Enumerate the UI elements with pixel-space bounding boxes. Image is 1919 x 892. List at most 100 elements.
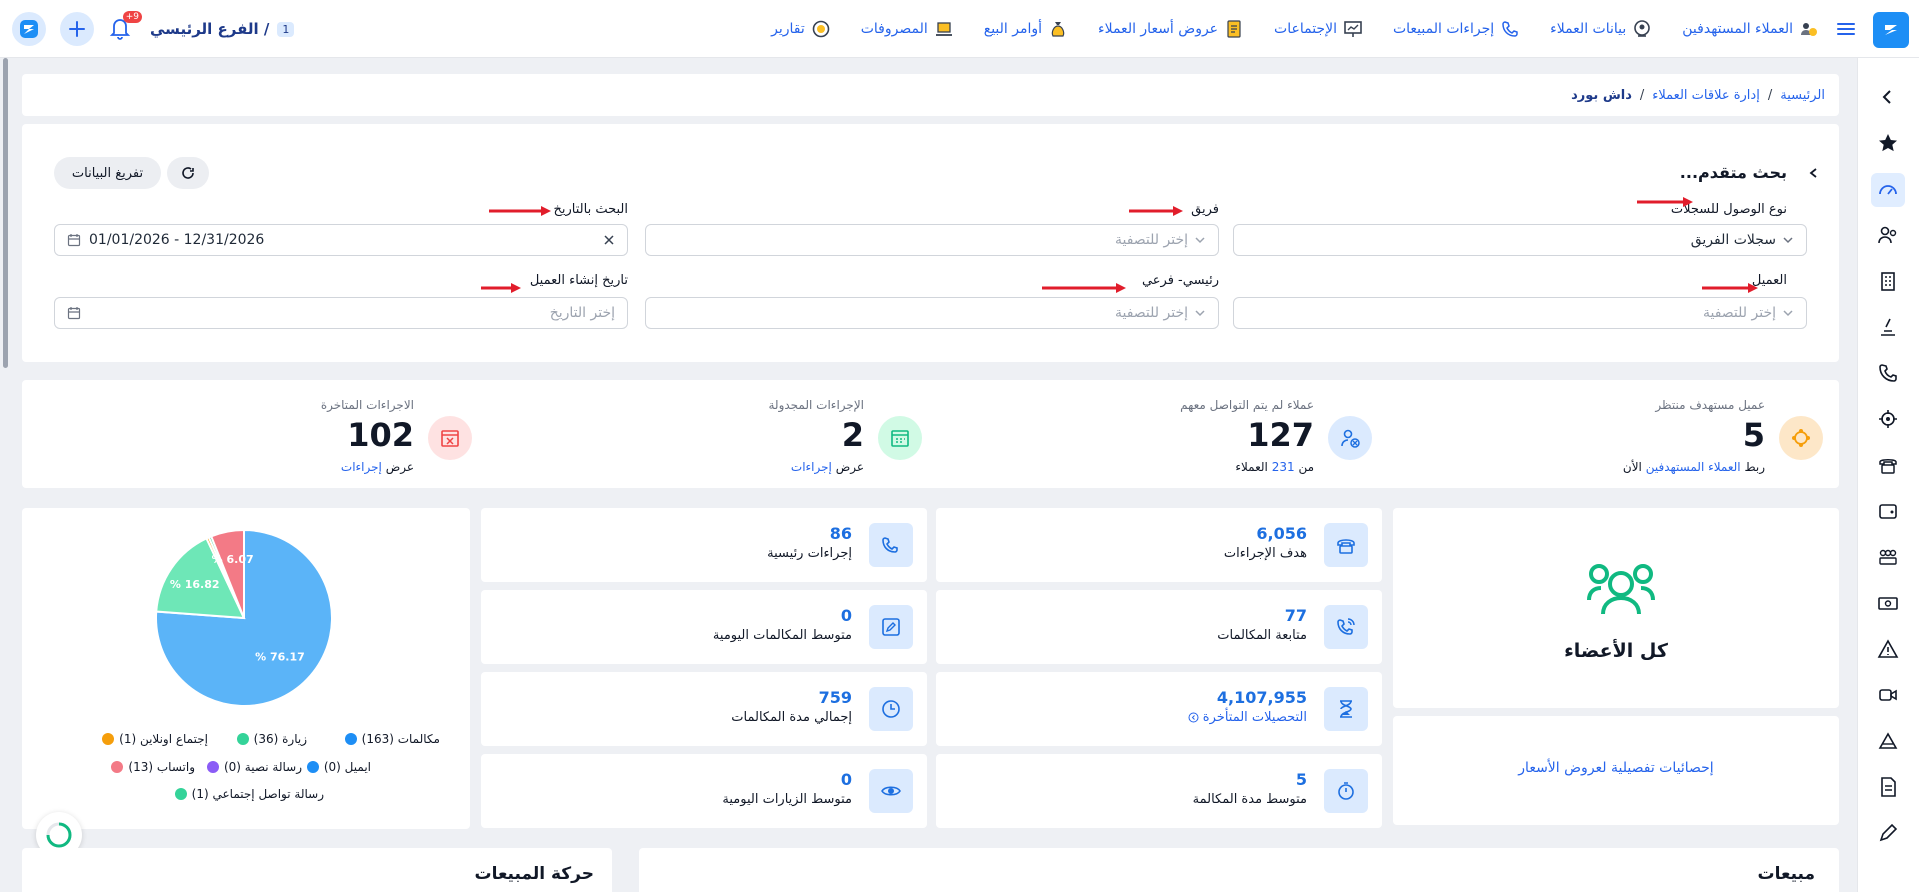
calendar-icon [67,307,81,320]
rail-pipeline[interactable] [1873,312,1903,342]
kpi-title: عملاء لم يتم التواصل معهم [1180,398,1314,412]
rail-cash[interactable] [1873,588,1903,618]
stat-icon-wrap [1324,687,1368,731]
app-logo-icon [20,20,38,38]
legend-item[interactable]: ايميل (0) [306,760,371,774]
stat-label: إجراءات رئيسية [767,546,852,561]
kpi-sub-prefix: عرض [385,460,414,474]
building-icon [1881,272,1895,291]
breadcrumb-home[interactable]: الرئيسية [1780,88,1825,103]
team-select[interactable]: إختر للتصفية [645,224,1219,256]
chevron-icon[interactable] [1807,166,1821,180]
red-arrow-icon [1637,197,1693,207]
app-logo-button[interactable] [1873,12,1909,48]
menu-toggle-button[interactable] [1835,18,1857,40]
legend-item[interactable]: مكالمات (163) [344,732,440,746]
rail-groups[interactable] [1873,542,1903,572]
rail-favorites[interactable] [1873,128,1903,158]
clear-icon[interactable] [603,234,615,246]
stat-value: 0 [840,770,852,789]
stat-avg-daily-calls: 0 متوسط المكالمات اليومية [481,590,927,664]
red-arrow-icon [1702,283,1758,293]
nav-target-customers[interactable]: العملاء المستهدفين [1682,19,1819,39]
side-rail [1857,58,1919,892]
rail-calls[interactable] [1873,358,1903,388]
rail-alerts[interactable] [1873,634,1903,664]
customer-select[interactable]: إختر للتصفية [1233,297,1807,329]
legend-item[interactable]: واتساب (13) [111,760,195,774]
kpi-sub-link[interactable]: إجراءات [341,460,382,474]
date-range-wrap: 01/01/2026 - 12/31/2026 [67,232,264,248]
user-cancel-icon [1341,429,1360,448]
kpi-sub-prefix: عرض [835,460,864,474]
nav-meetings[interactable]: الإجتماعات [1274,19,1363,39]
advanced-search-title[interactable]: بحث متقدم... [1680,163,1787,182]
stat-label: متوسط الزيارات اليومية [722,792,852,807]
rail-call-center[interactable] [1873,450,1903,480]
rail-notes[interactable] [1873,818,1903,848]
branch-selector[interactable]: الفرع الرئيسي / 1 [150,20,295,38]
rail-customers[interactable] [1873,220,1903,250]
eye-icon [881,786,901,796]
page-scrollbar[interactable] [3,58,8,368]
quotes-stats-link[interactable]: إحصائيات تفصيلية لعروض الأسعار [1393,760,1839,776]
kpi-sub-suffix: الأن [1622,460,1642,474]
kpi-overdue: الاجراءات المتاخرة 102 عرض إجراءات [32,396,472,488]
kpi-sub-link[interactable]: إجراءات [791,460,832,474]
stat-link[interactable]: التحصيلات المتأخرة [1188,710,1307,725]
add-button[interactable] [60,12,94,46]
legend-item[interactable]: زيارة (36) [236,732,307,746]
gauge-icon [1879,185,1897,195]
nav-reports[interactable]: تقارير [771,19,831,39]
clear-data-button[interactable]: تفريغ البيانات [54,157,161,189]
kpi-sub-link[interactable]: العملاء المستهدفين [1646,460,1741,474]
nav-expenses[interactable]: المصروفات [861,19,954,39]
app-switcher-button[interactable] [12,12,46,46]
legend-item[interactable]: رسالة نصية (0) [206,760,302,774]
red-arrow-icon [481,283,521,293]
refresh-button[interactable] [167,157,209,189]
rail-dashboard[interactable] [1871,173,1905,207]
rail-video[interactable] [1873,680,1903,710]
rail-analytics[interactable] [1873,726,1903,756]
all-members-label: كل الأعضاء [1564,640,1668,662]
rail-accounts[interactable] [1873,496,1903,526]
stat-icon-wrap [869,523,913,567]
customer-created-date-input[interactable]: إختر التاريخ [54,297,628,329]
target-customers-icon [1801,23,1817,36]
rail-companies[interactable] [1873,266,1903,296]
kpi-title: الإجراءات المجدولة [768,398,865,412]
kpi-subtext: عرض إجراءات [341,460,414,474]
main-sub-branch-select[interactable]: إختر للتصفية [645,297,1219,329]
kpi-subtext: عرض إجراءات [791,460,864,474]
access-type-select[interactable]: سجلات الفريق [1233,224,1807,256]
rail-collapse-button[interactable] [1873,82,1903,112]
breadcrumb-section[interactable]: إدارة علاقات العملاء [1652,88,1760,103]
legend-label: واتساب (13) [128,760,195,774]
all-members-card[interactable]: كل الأعضاء [1393,508,1839,708]
kpi-sub-link[interactable]: 231 [1272,460,1295,474]
kpi-icon-wrap [878,416,922,460]
date-range-input[interactable]: 01/01/2026 - 12/31/2026 [54,224,628,256]
rail-invoices[interactable] [1873,772,1903,802]
legend-item[interactable]: رسالة تواصل إجتماعي (1) [174,787,324,801]
legend-item[interactable]: إجتماع اونلاين (1) [102,732,208,746]
kpi-sub-suffix: العملاء [1235,460,1268,474]
sales-movement-title: حركة المبيعات [474,864,595,884]
notifications-button[interactable]: +9 [108,11,142,43]
top-left-actions: +9 الفرع الرئيسي / 1 [12,11,295,47]
notification-badge: +9 [122,11,142,23]
nav-sales-orders[interactable]: أوامر البيع [984,19,1068,39]
top-bar: العملاء المستهدفين بيانات العملاء إجراءا… [0,0,1919,58]
created-date-wrap: إختر التاريخ [550,305,615,321]
stat-value: 6,056 [1256,524,1307,543]
legend-dot [102,733,115,745]
kpi-target-waiting: عميل مستهدف منتظر 5 ربط العملاء المستهدف… [1383,396,1823,488]
nav-customer-quotes[interactable]: عروض أسعار العملاء [1098,19,1244,39]
nav-customer-data[interactable]: بيانات العملاء [1550,19,1652,39]
date-search-label: البحث بالتاريخ [553,202,629,217]
stat-value: 4,107,955 [1216,688,1307,707]
legend-label: رسالة تواصل إجتماعي (1) [191,787,324,801]
rail-targets[interactable] [1873,404,1903,434]
nav-sales-actions[interactable]: إجراءات المبيعات [1393,19,1520,39]
